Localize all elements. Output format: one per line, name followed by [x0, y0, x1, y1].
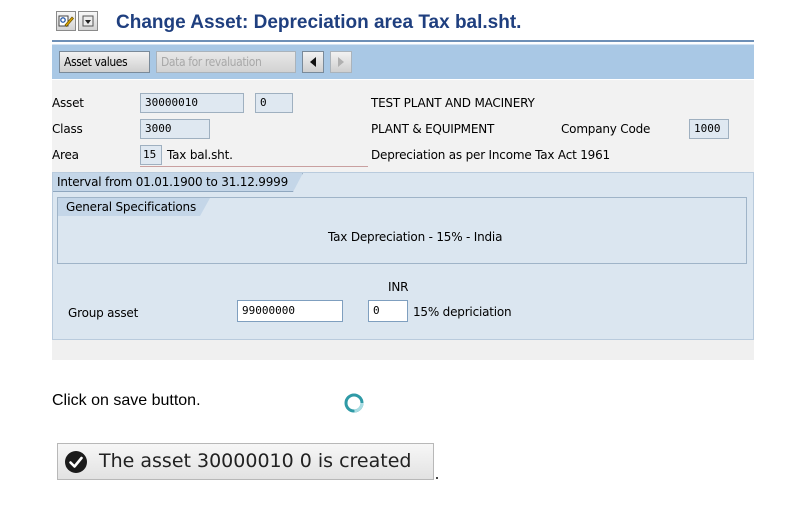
- revaluation-data-button[interactable]: Data for revaluation: [156, 51, 296, 73]
- group-asset-subnumber-field[interactable]: 0: [368, 300, 408, 322]
- asset-header-panel: Asset 30000010 0 TEST PLANT AND MACINERY…: [52, 80, 754, 172]
- next-area-button[interactable]: [330, 51, 352, 73]
- status-message-text: The asset 30000010 0 is created: [99, 450, 412, 472]
- company-code-field[interactable]: 1000: [689, 119, 729, 139]
- area-underline: [140, 166, 368, 167]
- interval-tab: Interval from 01.01.1900 to 31.12.9999: [53, 173, 303, 192]
- interval-section: Interval from 01.01.1900 to 31.12.9999 G…: [52, 172, 754, 340]
- group-asset-description: 15% depriciation: [413, 305, 512, 319]
- class-field[interactable]: 3000: [140, 119, 210, 139]
- currency-label: INR: [388, 280, 409, 294]
- company-code-label: Company Code: [561, 122, 651, 136]
- class-label: Class: [52, 122, 83, 136]
- instruction-text: Click on save button.: [52, 392, 201, 409]
- group-asset-field[interactable]: 99000000: [237, 300, 343, 322]
- area-field[interactable]: 15: [140, 145, 162, 165]
- checkmark-circle-icon: [65, 451, 87, 473]
- display-change-icon[interactable]: [56, 11, 76, 31]
- menu-icon[interactable]: [78, 11, 98, 31]
- area-name: Tax bal.sht.: [167, 148, 233, 162]
- triangle-left-icon: [310, 57, 316, 67]
- triangle-right-icon: [338, 57, 344, 67]
- status-message-bar: The asset 30000010 0 is created: [57, 443, 434, 480]
- class-description: PLANT & EQUIPMENT: [371, 122, 495, 136]
- decorative-dot: [436, 477, 438, 479]
- asset-label: Asset: [52, 96, 84, 110]
- general-specifications-box: General Specifications Tax Depreciation …: [57, 197, 747, 264]
- asset-subnumber-field[interactable]: 0: [255, 93, 293, 113]
- previous-area-button[interactable]: [302, 51, 324, 73]
- footer-strip: [52, 340, 754, 360]
- area-description: Depreciation as per Income Tax Act 1961: [371, 148, 610, 162]
- general-specifications-text: Tax Depreciation - 15% - India: [328, 230, 503, 244]
- application-toolbar: Asset values Data for revaluation: [52, 44, 754, 79]
- asset-number-field[interactable]: 30000010: [140, 93, 244, 113]
- area-label: Area: [52, 148, 79, 162]
- asset-description: TEST PLANT AND MACINERY: [371, 96, 535, 110]
- asset-values-button[interactable]: Asset values: [59, 51, 150, 73]
- loading-spinner-icon: [343, 392, 365, 414]
- title-icon-group: [56, 11, 98, 35]
- group-asset-label: Group asset: [68, 306, 139, 320]
- page-title: Change Asset: Depreciation area Tax bal.…: [116, 12, 522, 33]
- general-specifications-tab: General Specifications: [58, 198, 210, 216]
- title-divider: [52, 40, 754, 42]
